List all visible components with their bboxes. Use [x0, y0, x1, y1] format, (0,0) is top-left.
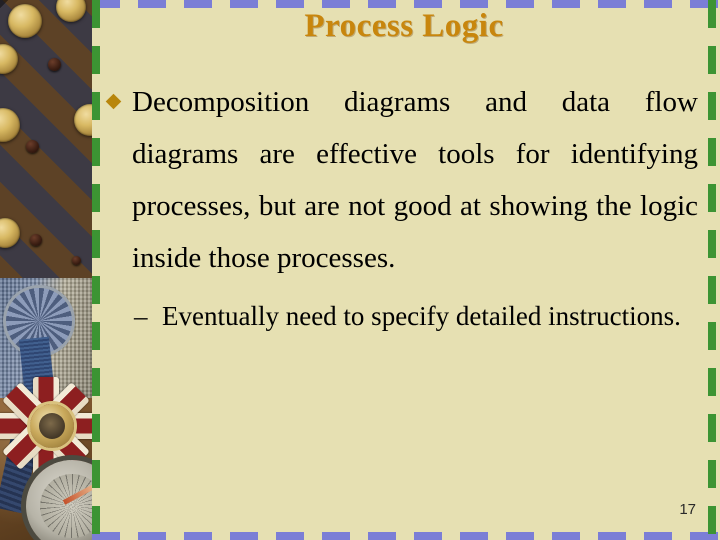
- page-number: 17: [679, 501, 696, 518]
- bullet-level-2-text: Eventually need to specify detailed inst…: [162, 301, 681, 331]
- stud-icon: [48, 58, 61, 71]
- slide: Process Logic Decomposition diagrams and…: [0, 0, 720, 540]
- medal-center-medallion: [30, 404, 74, 448]
- left-dashed-border: [92, 0, 100, 540]
- stud-icon: [26, 140, 39, 153]
- bullet-level-1: Decomposition diagrams and data flow dia…: [105, 76, 698, 284]
- diamond-bullet-icon: [105, 93, 122, 110]
- en-dash-bullet-icon: –: [134, 301, 148, 331]
- bullet-level-1-text: Decomposition diagrams and data flow dia…: [132, 86, 698, 274]
- stud-icon: [30, 234, 42, 246]
- top-dashed-border: [92, 0, 720, 8]
- decorative-photo-strip: [0, 0, 92, 540]
- stud-icon: [72, 256, 81, 265]
- slide-body: Decomposition diagrams and data flow dia…: [105, 76, 698, 342]
- slide-title: Process Logic: [304, 8, 504, 44]
- bottom-dashed-border: [92, 532, 720, 540]
- bullet-level-2: – Eventually need to specify detailed in…: [134, 290, 698, 342]
- right-dashed-border: [708, 0, 716, 540]
- tiled-background-texture: [0, 0, 92, 292]
- coin-icon: [8, 4, 42, 38]
